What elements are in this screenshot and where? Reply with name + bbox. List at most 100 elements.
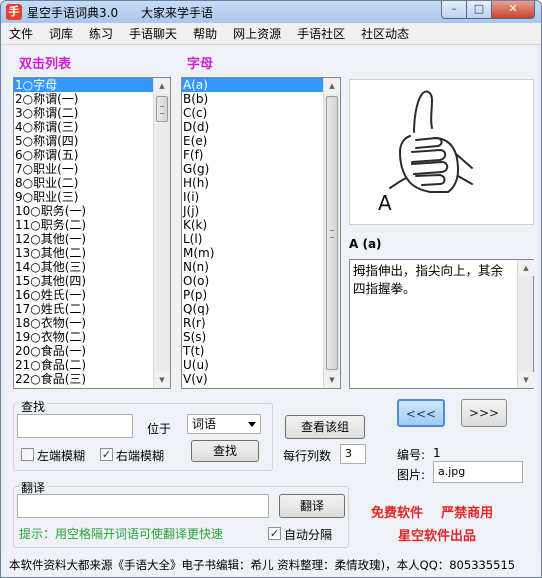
client-area: 双击列表 字母 1○字母 2○称谓(一) 3○称谓(二) 4○称谓(三) 5○称谓(四)… [5, 45, 537, 575]
category-list-item[interactable]: 1○字母 [14, 78, 153, 92]
search-group-label: 查找 [19, 398, 48, 415]
category-list-item[interactable]: 20○食品(一) [14, 344, 153, 358]
category-list-item[interactable]: 9○职业(三) [14, 190, 153, 204]
publisher-notice: 星空软件出品 [398, 529, 477, 544]
menu-sign-community[interactable]: 手语社区 [289, 23, 353, 44]
sign-image: A [349, 79, 534, 225]
search-mode-value: 词语 [192, 417, 217, 431]
sign-caption: A (a) [349, 237, 382, 251]
menu-bar: 文件 词库 练习 手语聊天 帮助 网上资源 手语社区 社区动态 [1, 23, 541, 45]
view-group-button[interactable]: 查看该组 [285, 415, 365, 439]
letter-list-item[interactable]: M(m) [182, 246, 323, 260]
per-row-label: 每行列数 [283, 449, 332, 463]
category-list-item[interactable]: 2○称谓(一) [14, 92, 153, 106]
letter-list-item[interactable]: R(r) [182, 316, 323, 330]
status-bar: 本软件资料大都来源《手语大全》电子书编辑：希儿 资料整理：柔情玫瑰)，本人QQ：… [1, 553, 541, 577]
letter-list-item[interactable]: Q(q) [182, 302, 323, 316]
letter-list-item[interactable]: I(i) [182, 190, 323, 204]
left-fuzzy-checkbox[interactable] [21, 448, 34, 461]
letter-list-item[interactable]: S(s) [182, 330, 323, 344]
letter-list-header: 字母 [187, 57, 214, 72]
letter-list[interactable]: A(a) B(b) C(c) D(d) E(e) F(f) G(g) H(h) I(i) J(j)… [181, 77, 341, 389]
category-list-item[interactable]: 8○职业(二) [14, 176, 153, 190]
title-bar[interactable]: 手 星空手语词典3.0 大家来学手语 – □ ✕ [1, 1, 541, 23]
category-list-item[interactable]: 19○衣物(二) [14, 330, 153, 344]
menu-sign-chat[interactable]: 手语聊天 [121, 23, 185, 44]
category-list-item[interactable]: 22○食品(三) [14, 372, 153, 386]
letter-list-item[interactable]: J(j) [182, 204, 323, 218]
per-row-input[interactable]: 3 [340, 444, 366, 464]
category-list-item[interactable]: 5○称谓(四) [14, 134, 153, 148]
previous-button[interactable]: <<< [397, 399, 445, 427]
scroll-down-arrow-icon[interactable]: ▼ [324, 372, 340, 388]
scroll-up-arrow-icon[interactable]: ▲ [518, 260, 534, 276]
letter-list-item[interactable]: H(h) [182, 176, 323, 190]
menu-lexicon[interactable]: 词库 [41, 23, 81, 44]
category-list[interactable]: 1○字母 2○称谓(一) 3○称谓(二) 4○称谓(三) 5○称谓(四) 6○称谓(五) 7… [13, 77, 171, 389]
scroll-up-arrow-icon[interactable]: ▲ [154, 78, 170, 94]
category-list-item[interactable]: 13○其他(二) [14, 246, 153, 260]
scroll-thumb[interactable] [326, 96, 338, 370]
auto-split-checkbox[interactable]: ✓ [268, 527, 281, 540]
minimize-button[interactable]: – [441, 1, 467, 19]
category-list-item[interactable]: 12○其他(一) [14, 232, 153, 246]
translate-input[interactable] [17, 494, 269, 518]
left-fuzzy-label: 左端模糊 [37, 449, 86, 463]
sign-description-box[interactable]: 拇指伸出，指尖向上，其余四指握拳。 ▲ ▼ [349, 259, 534, 389]
category-list-item[interactable]: 18○衣物(一) [14, 316, 153, 330]
letter-list-item[interactable]: D(d) [182, 120, 323, 134]
maximize-button[interactable]: □ [467, 1, 492, 19]
chevron-down-icon [248, 422, 256, 427]
letter-list-item[interactable]: N(n) [182, 260, 323, 274]
position-label: 位于 [147, 422, 172, 436]
category-list-item[interactable]: 7○职业(一) [14, 162, 153, 176]
letter-list-scrollbar[interactable]: ▲ ▼ [323, 78, 340, 388]
right-fuzzy-checkbox[interactable]: ✓ [100, 448, 113, 461]
letter-list-item[interactable]: G(g) [182, 162, 323, 176]
category-list-item[interactable]: 21○食品(二) [14, 358, 153, 372]
close-button[interactable]: ✕ [492, 1, 535, 19]
next-button[interactable]: >>> [461, 399, 507, 427]
letter-list-item[interactable]: U(u) [182, 358, 323, 372]
letter-list-item[interactable]: V(v) [182, 372, 323, 386]
menu-file[interactable]: 文件 [1, 23, 41, 44]
scroll-down-arrow-icon[interactable]: ▼ [154, 372, 170, 388]
category-list-item[interactable]: 15○其他(四) [14, 274, 153, 288]
translate-button[interactable]: 翻译 [279, 494, 345, 518]
category-list-item[interactable]: 10○职务(一) [14, 204, 153, 218]
category-list-item[interactable]: 6○称谓(五) [14, 148, 153, 162]
letter-list-item[interactable]: B(b) [182, 92, 323, 106]
picture-field[interactable]: a.jpg [433, 461, 523, 483]
letter-list-item[interactable]: L(l) [182, 232, 323, 246]
category-list-item[interactable]: 3○称谓(二) [14, 106, 153, 120]
letter-list-item[interactable]: P(p) [182, 288, 323, 302]
scroll-up-arrow-icon[interactable]: ▲ [324, 78, 340, 94]
letter-list-item[interactable]: K(k) [182, 218, 323, 232]
menu-community-news[interactable]: 社区动态 [353, 23, 417, 44]
translate-hint: 提示：用空格隔开词语可使翻译更快速 [19, 527, 224, 541]
scroll-down-arrow-icon[interactable]: ▼ [518, 372, 534, 388]
letter-list-item[interactable]: F(f) [182, 148, 323, 162]
category-list-item[interactable]: 17○姓氏(二) [14, 302, 153, 316]
search-input[interactable] [17, 414, 133, 438]
menu-practice[interactable]: 练习 [81, 23, 121, 44]
scroll-thumb[interactable] [156, 96, 168, 122]
letter-list-item[interactable]: A(a) [182, 78, 323, 92]
search-mode-select[interactable]: 词语 [187, 414, 261, 434]
letter-list-item[interactable]: E(e) [182, 134, 323, 148]
category-list-item[interactable]: 14○其他(三) [14, 260, 153, 274]
checkmark-icon: ✓ [101, 448, 112, 461]
category-list-item[interactable]: 4○称谓(三) [14, 120, 153, 134]
auto-split-label: 自动分隔 [284, 528, 333, 542]
menu-help[interactable]: 帮助 [185, 23, 225, 44]
letter-list-item[interactable]: O(o) [182, 274, 323, 288]
menu-online-resources[interactable]: 网上资源 [225, 23, 289, 44]
sign-description: 拇指伸出，指尖向上，其余四指握拳。 [353, 263, 504, 296]
letter-list-item[interactable]: T(t) [182, 344, 323, 358]
description-scrollbar[interactable]: ▲ ▼ [517, 260, 534, 388]
category-list-item[interactable]: 11○职务(二) [14, 218, 153, 232]
find-button[interactable]: 查找 [191, 440, 259, 462]
letter-list-item[interactable]: C(c) [182, 106, 323, 120]
category-list-item[interactable]: 16○姓氏(一) [14, 288, 153, 302]
category-list-scrollbar[interactable]: ▲ ▼ [153, 78, 170, 388]
